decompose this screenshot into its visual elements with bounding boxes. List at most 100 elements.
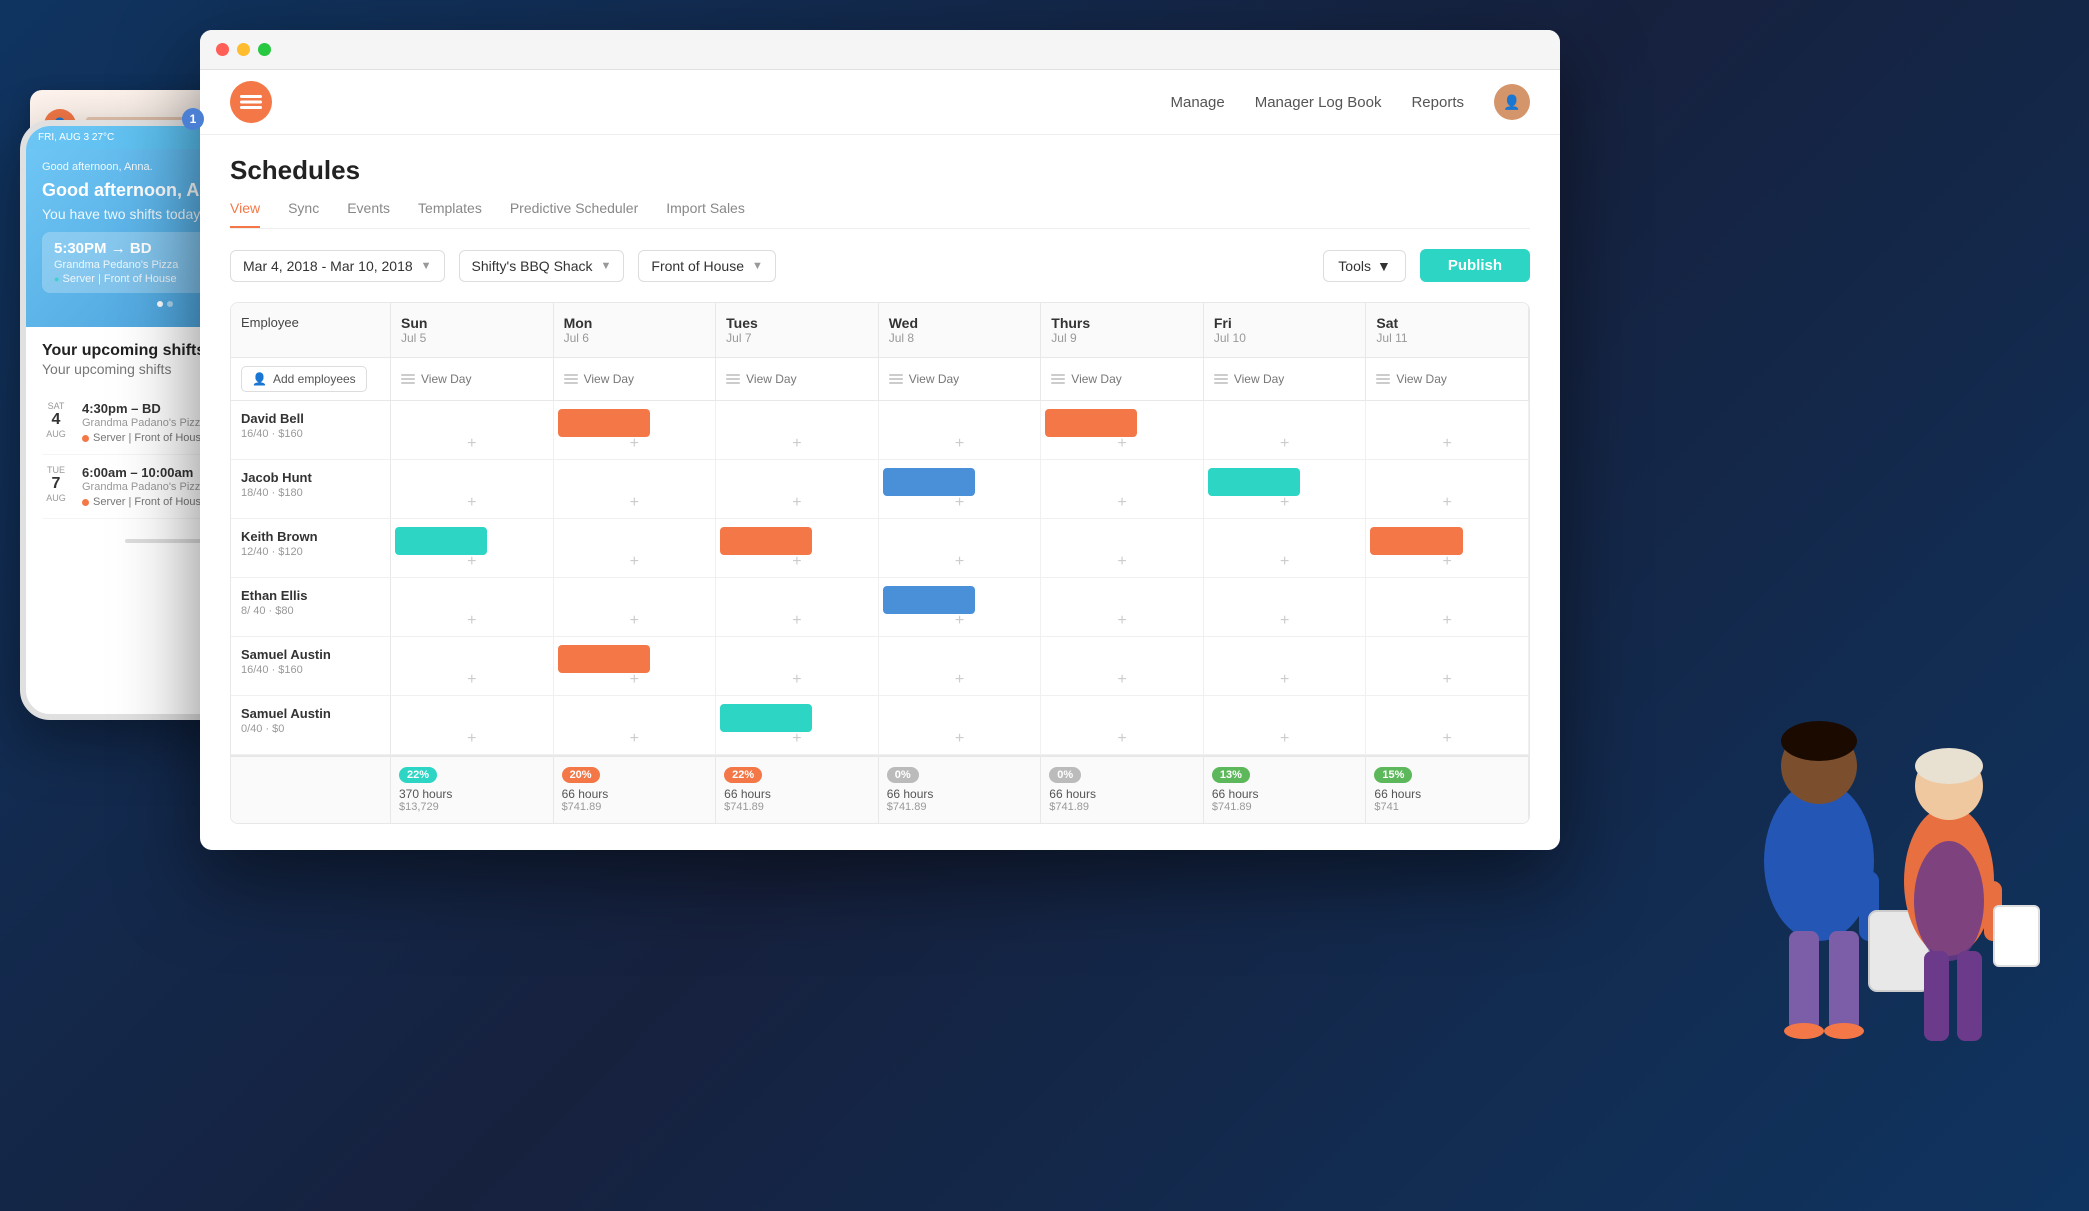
view-day-sat[interactable]: View Day — [1366, 358, 1529, 400]
shift-cell-0-1[interactable]: + — [554, 401, 717, 459]
shift-cell-3-6[interactable]: + — [1366, 578, 1529, 636]
publish-button[interactable]: Publish — [1420, 249, 1530, 282]
shift-cell-0-5[interactable]: + — [1204, 401, 1367, 459]
shift-plus-4-3[interactable]: + — [955, 671, 964, 689]
shift-cell-4-3[interactable]: + — [879, 637, 1042, 695]
tab-view[interactable]: View — [230, 200, 260, 228]
view-day-mon[interactable]: View Day — [554, 358, 717, 400]
shift-plus-3-0[interactable]: + — [467, 612, 476, 630]
shift-plus-5-2[interactable]: + — [792, 730, 801, 748]
shift-plus-0-4[interactable]: + — [1117, 435, 1126, 453]
shift-plus-4-4[interactable]: + — [1117, 671, 1126, 689]
shift-cell-5-0[interactable]: + — [391, 696, 554, 754]
shift-cell-2-1[interactable]: + — [554, 519, 717, 577]
shift-cell-5-1[interactable]: + — [554, 696, 717, 754]
shift-cell-2-5[interactable]: + — [1204, 519, 1367, 577]
shift-cell-5-3[interactable]: + — [879, 696, 1042, 754]
shift-plus-2-2[interactable]: + — [792, 553, 801, 571]
home-indicator[interactable] — [125, 539, 205, 543]
view-day-sun[interactable]: View Day — [391, 358, 554, 400]
shift-cell-0-0[interactable]: + — [391, 401, 554, 459]
nav-reports[interactable]: Reports — [1411, 94, 1464, 111]
shift-cell-3-4[interactable]: + — [1041, 578, 1204, 636]
minimize-button[interactable] — [237, 43, 250, 56]
shift-plus-0-3[interactable]: + — [955, 435, 964, 453]
shift-cell-3-3[interactable]: + — [879, 578, 1042, 636]
shift-cell-5-4[interactable]: + — [1041, 696, 1204, 754]
shift-cell-0-3[interactable]: + — [879, 401, 1042, 459]
shift-cell-2-3[interactable]: + — [879, 519, 1042, 577]
maximize-button[interactable] — [258, 43, 271, 56]
shift-plus-1-3[interactable]: + — [955, 494, 964, 512]
shift-cell-4-4[interactable]: + — [1041, 637, 1204, 695]
view-day-wed[interactable]: View Day — [879, 358, 1042, 400]
shift-plus-3-5[interactable]: + — [1280, 612, 1289, 630]
shift-plus-0-6[interactable]: + — [1443, 435, 1452, 453]
shift-plus-5-6[interactable]: + — [1443, 730, 1452, 748]
shift-cell-0-4[interactable]: + — [1041, 401, 1204, 459]
shift-plus-4-5[interactable]: + — [1280, 671, 1289, 689]
shift-cell-1-0[interactable]: + — [391, 460, 554, 518]
shift-plus-1-1[interactable]: + — [630, 494, 639, 512]
nav-manage[interactable]: Manage — [1170, 94, 1224, 111]
tab-templates[interactable]: Templates — [418, 200, 482, 228]
shift-plus-3-4[interactable]: + — [1117, 612, 1126, 630]
shift-plus-2-6[interactable]: + — [1443, 553, 1452, 571]
shift-plus-0-5[interactable]: + — [1280, 435, 1289, 453]
view-day-tue[interactable]: View Day — [716, 358, 879, 400]
add-employees-button[interactable]: 👤 Add employees — [241, 366, 367, 392]
shift-plus-3-6[interactable]: + — [1443, 612, 1452, 630]
shift-cell-3-0[interactable]: + — [391, 578, 554, 636]
shift-plus-1-6[interactable]: + — [1443, 494, 1452, 512]
location-dropdown[interactable]: Shifty's BBQ Shack ▼ — [459, 250, 625, 282]
shift-cell-2-0[interactable]: + — [391, 519, 554, 577]
shift-plus-4-6[interactable]: + — [1443, 671, 1452, 689]
shift-plus-3-1[interactable]: + — [630, 612, 639, 630]
department-dropdown[interactable]: Front of House ▼ — [638, 250, 776, 282]
shift-cell-1-2[interactable]: + — [716, 460, 879, 518]
shift-cell-5-2[interactable]: + — [716, 696, 879, 754]
shift-plus-2-5[interactable]: + — [1280, 553, 1289, 571]
tab-events[interactable]: Events — [347, 200, 390, 228]
shift-plus-4-1[interactable]: + — [630, 671, 639, 689]
tools-button[interactable]: Tools ▼ — [1323, 250, 1406, 282]
shift-cell-1-6[interactable]: + — [1366, 460, 1529, 518]
shift-cell-1-5[interactable]: + — [1204, 460, 1367, 518]
shift-cell-4-6[interactable]: + — [1366, 637, 1529, 695]
shift-plus-5-5[interactable]: + — [1280, 730, 1289, 748]
shift-plus-4-2[interactable]: + — [792, 671, 801, 689]
shift-plus-1-5[interactable]: + — [1280, 494, 1289, 512]
close-button[interactable] — [216, 43, 229, 56]
tab-predictive-scheduler[interactable]: Predictive Scheduler — [510, 200, 638, 228]
shift-cell-4-5[interactable]: + — [1204, 637, 1367, 695]
shift-plus-1-4[interactable]: + — [1117, 494, 1126, 512]
shift-plus-5-0[interactable]: + — [467, 730, 476, 748]
tab-import-sales[interactable]: Import Sales — [666, 200, 745, 228]
shift-cell-0-2[interactable]: + — [716, 401, 879, 459]
shift-plus-2-3[interactable]: + — [955, 553, 964, 571]
shift-cell-5-6[interactable]: + — [1366, 696, 1529, 754]
shift-plus-1-2[interactable]: + — [792, 494, 801, 512]
shift-plus-5-4[interactable]: + — [1117, 730, 1126, 748]
view-day-fri[interactable]: View Day — [1204, 358, 1367, 400]
shift-plus-2-0[interactable]: + — [467, 553, 476, 571]
shift-cell-5-5[interactable]: + — [1204, 696, 1367, 754]
shift-plus-4-0[interactable]: + — [467, 671, 476, 689]
notification-badge[interactable]: 1 — [182, 108, 204, 130]
view-day-thu[interactable]: View Day — [1041, 358, 1204, 400]
shift-cell-4-1[interactable]: + — [554, 637, 717, 695]
nav-log-book[interactable]: Manager Log Book — [1255, 94, 1382, 111]
shift-cell-4-0[interactable]: + — [391, 637, 554, 695]
shift-cell-3-1[interactable]: + — [554, 578, 717, 636]
shift-plus-3-2[interactable]: + — [792, 612, 801, 630]
shift-plus-1-0[interactable]: + — [467, 494, 476, 512]
shift-cell-1-1[interactable]: + — [554, 460, 717, 518]
shift-plus-2-1[interactable]: + — [630, 553, 639, 571]
shift-cell-3-2[interactable]: + — [716, 578, 879, 636]
shift-cell-1-4[interactable]: + — [1041, 460, 1204, 518]
shift-plus-2-4[interactable]: + — [1117, 553, 1126, 571]
shift-cell-2-4[interactable]: + — [1041, 519, 1204, 577]
shift-plus-3-3[interactable]: + — [955, 612, 964, 630]
shift-plus-5-3[interactable]: + — [955, 730, 964, 748]
shift-cell-4-2[interactable]: + — [716, 637, 879, 695]
